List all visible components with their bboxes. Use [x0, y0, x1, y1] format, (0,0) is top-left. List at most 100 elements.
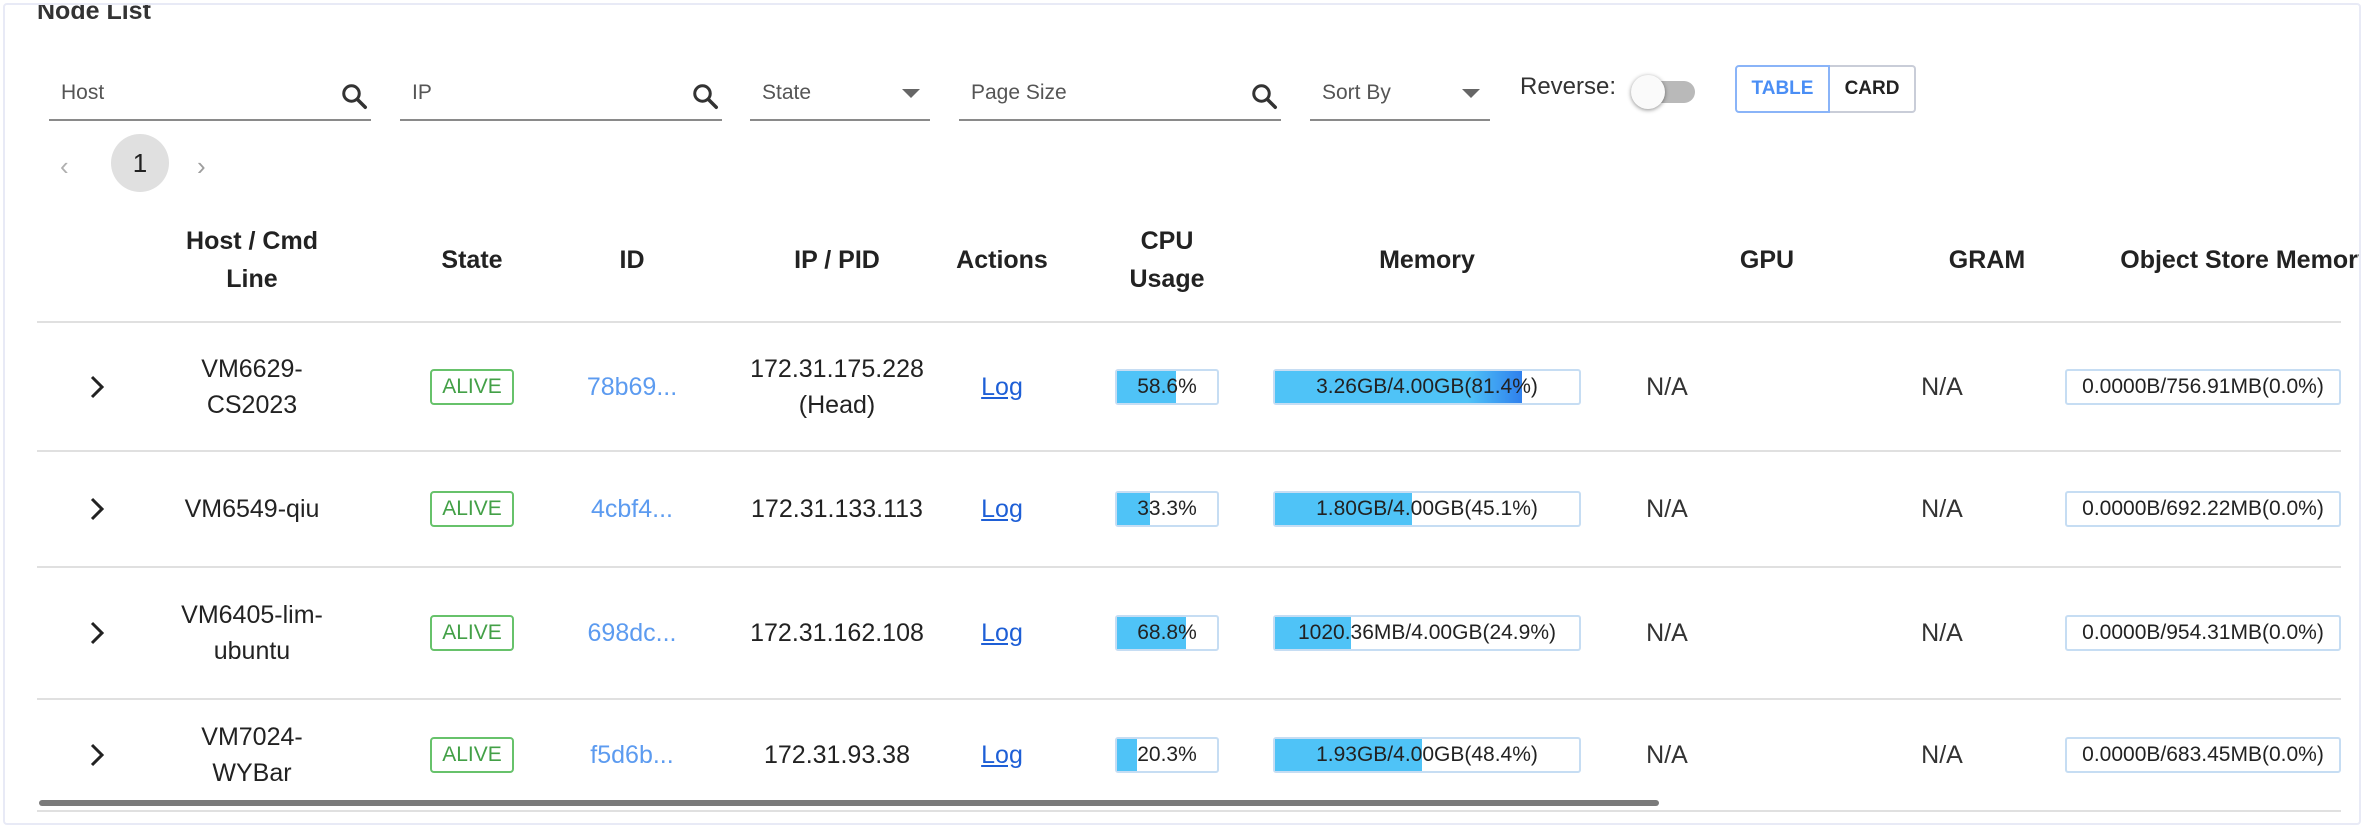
- column-header-ip-pid[interactable]: IP / PID: [717, 200, 957, 320]
- actions-cell: Log: [937, 452, 1067, 566]
- column-header-memory[interactable]: Memory: [1257, 200, 1597, 320]
- chevron-right-icon[interactable]: [86, 374, 108, 400]
- chevron-right-icon[interactable]: [86, 742, 108, 768]
- chevron-right-icon[interactable]: [86, 620, 108, 646]
- ip-input[interactable]: IP: [412, 81, 432, 105]
- reverse-toggle[interactable]: [1631, 75, 1701, 109]
- node-ip: 172.31.162.108: [750, 619, 924, 647]
- object-store-bar: 0.0000B/954.31MB(0.0%): [2065, 615, 2341, 651]
- host-name: VM7024-WYBar: [201, 723, 303, 787]
- page-size-input[interactable]: Page Size: [971, 81, 1067, 105]
- node-id-link[interactable]: f5d6b...: [590, 737, 673, 773]
- column-header-host[interactable]: Host / Cmd Line: [167, 200, 337, 320]
- cpu-usage-label: 68.8%: [1137, 621, 1197, 644]
- object-store-cell: 0.0000B/683.45MB(0.0%): [2065, 700, 2341, 810]
- card-view-button[interactable]: CARD: [1830, 65, 1916, 113]
- row-expand-button[interactable]: [67, 700, 127, 810]
- log-link[interactable]: Log: [981, 491, 1023, 527]
- host-name: VM6405-lim- ubuntu: [181, 601, 323, 665]
- chevron-right-icon[interactable]: [86, 496, 108, 522]
- status-badge: ALIVE: [430, 615, 514, 651]
- memory-usage-label: 1.80GB/4.00GB(45.1%): [1316, 497, 1538, 520]
- object-store-bar: 0.0000B/683.45MB(0.0%): [2065, 737, 2341, 773]
- cpu-cell: 68.8%: [1097, 568, 1237, 698]
- pagination-page-1[interactable]: 1: [111, 134, 169, 192]
- state-cell: ALIVE: [407, 452, 537, 566]
- search-icon[interactable]: [339, 81, 369, 111]
- gram-cell: N/A: [1892, 452, 1992, 566]
- pagination-prev-button[interactable]: ‹: [60, 151, 69, 182]
- cpu-usage-label: 33.3%: [1137, 497, 1197, 520]
- column-header-gram[interactable]: GRAM: [1887, 200, 2087, 320]
- column-header-object-store-memory[interactable]: Object Store Memory: [2081, 200, 2359, 320]
- object-store-cell: 0.0000B/954.31MB(0.0%): [2065, 568, 2341, 698]
- column-header-cpu[interactable]: CPU Usage: [1097, 200, 1237, 320]
- node-id-link[interactable]: 4cbf4...: [591, 491, 673, 527]
- chevron-down-icon[interactable]: [902, 89, 920, 98]
- id-cell: 78b69...: [567, 323, 697, 450]
- actions-cell: Log: [937, 700, 1067, 810]
- search-icon[interactable]: [1249, 81, 1279, 111]
- memory-cell: 1.93GB/4.00GB(48.4%): [1257, 700, 1597, 810]
- host-input[interactable]: Host: [61, 81, 104, 105]
- ip-cell: 172.31.133.113: [717, 452, 957, 566]
- ip-search-field[interactable]: IP: [400, 71, 722, 121]
- host-name: VM6629- CS2023: [201, 354, 303, 419]
- id-cell: 698dc...: [567, 568, 697, 698]
- column-header-actions[interactable]: Actions: [937, 200, 1067, 320]
- memory-usage-bar: 1020.36MB/4.00GB(24.9%): [1273, 615, 1581, 651]
- host-search-field[interactable]: Host: [49, 71, 371, 121]
- state-select-label: State: [762, 81, 812, 104]
- row-expand-button[interactable]: [67, 568, 127, 698]
- row-expand-button[interactable]: [67, 323, 127, 450]
- column-header-gpu[interactable]: GPU: [1667, 200, 1867, 320]
- actions-cell: Log: [937, 568, 1067, 698]
- id-cell: f5d6b...: [567, 700, 697, 810]
- column-header-state[interactable]: State: [407, 200, 537, 320]
- id-cell: 4cbf4...: [567, 452, 697, 566]
- sort-by-select[interactable]: Sort By: [1310, 71, 1490, 121]
- object-store-label: 0.0000B/756.91MB(0.0%): [2082, 374, 2324, 398]
- memory-usage-label: 3.26GB/4.00GB(81.4%): [1316, 374, 1538, 398]
- table-row[interactable]: VM6405-lim- ubuntu ALIVE 698dc... 172.31…: [37, 568, 2341, 700]
- memory-usage-bar: 1.93GB/4.00GB(48.4%): [1273, 737, 1581, 773]
- host-cell: VM6405-lim- ubuntu: [167, 568, 337, 698]
- toggle-thumb[interactable]: [1631, 75, 1665, 109]
- status-badge: ALIVE: [430, 491, 514, 527]
- object-store-label: 0.0000B/692.22MB(0.0%): [2082, 497, 2324, 520]
- table-row[interactable]: VM6549-qiu ALIVE 4cbf4... 172.31.133.113…: [37, 452, 2341, 568]
- page-size-field[interactable]: Page Size: [959, 71, 1281, 121]
- memory-usage-bar: 3.26GB/4.00GB(81.4%): [1273, 368, 1581, 405]
- node-list-panel: Node List Host IP State Page Size Sort B…: [3, 3, 2361, 825]
- gram-cell: N/A: [1892, 568, 1992, 698]
- memory-cell: 1.80GB/4.00GB(45.1%): [1257, 452, 1597, 566]
- status-badge: ALIVE: [430, 368, 514, 405]
- cpu-usage-bar: 58.6%: [1115, 368, 1219, 405]
- node-id-link[interactable]: 78b69...: [587, 369, 677, 405]
- node-ip: 172.31.175.228 (Head): [750, 354, 924, 419]
- node-id-link[interactable]: 698dc...: [588, 615, 677, 651]
- log-link[interactable]: Log: [981, 737, 1023, 773]
- gram-value: N/A: [1921, 741, 1963, 769]
- table-row[interactable]: VM6629- CS2023 ALIVE 78b69... 172.31.175…: [37, 323, 2341, 452]
- host-cell: VM7024-WYBar: [167, 700, 337, 810]
- state-select[interactable]: State: [750, 71, 930, 121]
- cpu-usage-bar: 20.3%: [1115, 737, 1219, 773]
- row-expand-button[interactable]: [67, 452, 127, 566]
- gpu-value: N/A: [1646, 372, 1688, 401]
- search-icon[interactable]: [690, 81, 720, 111]
- host-name: VM6549-qiu: [184, 495, 320, 523]
- object-store-label: 0.0000B/954.31MB(0.0%): [2082, 621, 2324, 644]
- gram-value: N/A: [1921, 495, 1963, 523]
- column-header-id[interactable]: ID: [567, 200, 697, 320]
- object-store-bar: 0.0000B/756.91MB(0.0%): [2065, 368, 2341, 405]
- pagination-next-button[interactable]: ›: [197, 151, 206, 182]
- chevron-down-icon[interactable]: [1462, 89, 1480, 98]
- log-link[interactable]: Log: [981, 615, 1023, 651]
- table-view-button[interactable]: TABLE: [1735, 65, 1830, 113]
- horizontal-scrollbar[interactable]: [39, 800, 1659, 806]
- cpu-usage-bar: 68.8%: [1115, 615, 1219, 651]
- log-link[interactable]: Log: [981, 369, 1023, 405]
- table-row[interactable]: VM7024-WYBar ALIVE f5d6b... 172.31.93.38…: [37, 700, 2341, 812]
- memory-cell: 1020.36MB/4.00GB(24.9%): [1257, 568, 1597, 698]
